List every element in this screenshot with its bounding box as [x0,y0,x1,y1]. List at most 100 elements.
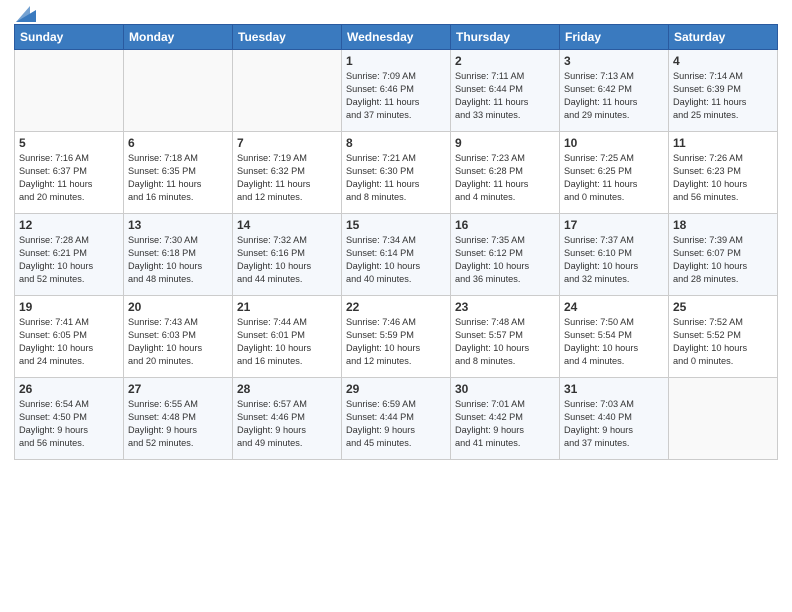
day-info: Sunrise: 6:57 AM Sunset: 4:46 PM Dayligh… [237,398,337,450]
calendar-cell: 31 Sunrise: 7:03 AM Sunset: 4:40 PM Dayli… [560,378,669,460]
weekday-header: Friday [560,25,669,50]
calendar-cell: 25 Sunrise: 7:52 AM Sunset: 5:52 PM Dayli… [669,296,778,378]
day-number: 27 [128,382,228,396]
calendar-cell: 10 Sunrise: 7:25 AM Sunset: 6:25 PM Dayli… [560,132,669,214]
day-number: 18 [673,218,773,232]
day-info: Sunrise: 7:52 AM Sunset: 5:52 PM Dayligh… [673,316,773,368]
day-number: 14 [237,218,337,232]
calendar-cell: 4 Sunrise: 7:14 AM Sunset: 6:39 PM Daylig… [669,50,778,132]
calendar-cell: 19 Sunrise: 7:41 AM Sunset: 6:05 PM Dayli… [15,296,124,378]
day-info: Sunrise: 7:30 AM Sunset: 6:18 PM Dayligh… [128,234,228,286]
calendar-cell: 21Sunrise: 7:44 AM Sunset: 6:01 PM Dayli… [233,296,342,378]
calendar-cell [669,378,778,460]
day-info: Sunrise: 7:18 AM Sunset: 6:35 PM Dayligh… [128,152,228,204]
day-info: Sunrise: 7:19 AM Sunset: 6:32 PM Dayligh… [237,152,337,204]
day-info: Sunrise: 7:35 AM Sunset: 6:12 PM Dayligh… [455,234,555,286]
calendar-table: SundayMondayTuesdayWednesdayThursdayFrid… [14,24,778,460]
day-info: Sunrise: 7:26 AM Sunset: 6:23 PM Dayligh… [673,152,773,204]
day-info: Sunrise: 7:21 AM Sunset: 6:30 PM Dayligh… [346,152,446,204]
day-info: Sunrise: 6:59 AM Sunset: 4:44 PM Dayligh… [346,398,446,450]
weekday-header: Sunday [15,25,124,50]
day-number: 20 [128,300,228,314]
day-info: Sunrise: 6:54 AM Sunset: 4:50 PM Dayligh… [19,398,119,450]
calendar-cell: 26Sunrise: 6:54 AM Sunset: 4:50 PM Dayli… [15,378,124,460]
day-info: Sunrise: 7:13 AM Sunset: 6:42 PM Dayligh… [564,70,664,122]
calendar-cell: 24 Sunrise: 7:50 AM Sunset: 5:54 PM Dayli… [560,296,669,378]
day-info: Sunrise: 7:41 AM Sunset: 6:05 PM Dayligh… [19,316,119,368]
day-number: 19 [19,300,119,314]
day-number: 17 [564,218,664,232]
calendar-cell: 11Sunrise: 7:26 AM Sunset: 6:23 PM Dayli… [669,132,778,214]
weekday-header: Thursday [451,25,560,50]
day-number: 23 [455,300,555,314]
weekday-header-row: SundayMondayTuesdayWednesdayThursdayFrid… [15,25,778,50]
calendar-cell: 7 Sunrise: 7:19 AM Sunset: 6:32 PM Daylig… [233,132,342,214]
calendar-cell: 27 Sunrise: 6:55 AM Sunset: 4:48 PM Dayli… [124,378,233,460]
calendar-week-row: 5 Sunrise: 7:16 AM Sunset: 6:37 PM Daylig… [15,132,778,214]
calendar-cell: 9 Sunrise: 7:23 AM Sunset: 6:28 PM Daylig… [451,132,560,214]
day-info: Sunrise: 7:16 AM Sunset: 6:37 PM Dayligh… [19,152,119,204]
calendar-cell: 6Sunrise: 7:18 AM Sunset: 6:35 PM Daylig… [124,132,233,214]
calendar-cell [124,50,233,132]
day-info: Sunrise: 7:46 AM Sunset: 5:59 PM Dayligh… [346,316,446,368]
calendar-week-row: 1 Sunrise: 7:09 AM Sunset: 6:46 PM Daylig… [15,50,778,132]
day-number: 4 [673,54,773,68]
day-number: 15 [346,218,446,232]
day-info: Sunrise: 7:01 AM Sunset: 4:42 PM Dayligh… [455,398,555,450]
day-info: Sunrise: 6:55 AM Sunset: 4:48 PM Dayligh… [128,398,228,450]
calendar-cell [233,50,342,132]
day-number: 1 [346,54,446,68]
day-number: 12 [19,218,119,232]
day-number: 25 [673,300,773,314]
calendar-week-row: 26Sunrise: 6:54 AM Sunset: 4:50 PM Dayli… [15,378,778,460]
calendar-cell: 29 Sunrise: 6:59 AM Sunset: 4:44 PM Dayli… [342,378,451,460]
day-info: Sunrise: 7:23 AM Sunset: 6:28 PM Dayligh… [455,152,555,204]
day-info: Sunrise: 7:28 AM Sunset: 6:21 PM Dayligh… [19,234,119,286]
calendar-cell: 13 Sunrise: 7:30 AM Sunset: 6:18 PM Dayli… [124,214,233,296]
calendar-cell: 22Sunrise: 7:46 AM Sunset: 5:59 PM Dayli… [342,296,451,378]
day-info: Sunrise: 7:25 AM Sunset: 6:25 PM Dayligh… [564,152,664,204]
day-number: 24 [564,300,664,314]
day-info: Sunrise: 7:09 AM Sunset: 6:46 PM Dayligh… [346,70,446,122]
calendar-week-row: 19 Sunrise: 7:41 AM Sunset: 6:05 PM Dayli… [15,296,778,378]
calendar-cell: 2Sunrise: 7:11 AM Sunset: 6:44 PM Daylig… [451,50,560,132]
calendar-cell: 14 Sunrise: 7:32 AM Sunset: 6:16 PM Dayli… [233,214,342,296]
day-info: Sunrise: 7:34 AM Sunset: 6:14 PM Dayligh… [346,234,446,286]
day-number: 9 [455,136,555,150]
weekday-header: Tuesday [233,25,342,50]
day-info: Sunrise: 7:14 AM Sunset: 6:39 PM Dayligh… [673,70,773,122]
calendar-cell: 28 Sunrise: 6:57 AM Sunset: 4:46 PM Dayli… [233,378,342,460]
day-info: Sunrise: 7:48 AM Sunset: 5:57 PM Dayligh… [455,316,555,368]
calendar-cell: 5 Sunrise: 7:16 AM Sunset: 6:37 PM Daylig… [15,132,124,214]
weekday-header: Monday [124,25,233,50]
day-info: Sunrise: 7:32 AM Sunset: 6:16 PM Dayligh… [237,234,337,286]
calendar-cell: 8 Sunrise: 7:21 AM Sunset: 6:30 PM Daylig… [342,132,451,214]
day-number: 29 [346,382,446,396]
calendar-week-row: 12 Sunrise: 7:28 AM Sunset: 6:21 PM Dayli… [15,214,778,296]
day-number: 2 [455,54,555,68]
calendar-cell: 12 Sunrise: 7:28 AM Sunset: 6:21 PM Dayli… [15,214,124,296]
day-number: 10 [564,136,664,150]
day-number: 13 [128,218,228,232]
weekday-header: Saturday [669,25,778,50]
day-number: 28 [237,382,337,396]
day-info: Sunrise: 7:39 AM Sunset: 6:07 PM Dayligh… [673,234,773,286]
day-number: 5 [19,136,119,150]
calendar-cell: 3Sunrise: 7:13 AM Sunset: 6:42 PM Daylig… [560,50,669,132]
day-info: Sunrise: 7:37 AM Sunset: 6:10 PM Dayligh… [564,234,664,286]
calendar-cell: 23 Sunrise: 7:48 AM Sunset: 5:57 PM Dayli… [451,296,560,378]
calendar-cell: 15 Sunrise: 7:34 AM Sunset: 6:14 PM Dayli… [342,214,451,296]
weekday-header: Wednesday [342,25,451,50]
calendar-cell: 20 Sunrise: 7:43 AM Sunset: 6:03 PM Dayli… [124,296,233,378]
day-number: 7 [237,136,337,150]
day-number: 31 [564,382,664,396]
calendar-cell: 18 Sunrise: 7:39 AM Sunset: 6:07 PM Dayli… [669,214,778,296]
calendar-cell: 17 Sunrise: 7:37 AM Sunset: 6:10 PM Dayli… [560,214,669,296]
day-info: Sunrise: 7:43 AM Sunset: 6:03 PM Dayligh… [128,316,228,368]
day-info: Sunrise: 7:50 AM Sunset: 5:54 PM Dayligh… [564,316,664,368]
logo-icon [16,6,36,22]
day-info: Sunrise: 7:03 AM Sunset: 4:40 PM Dayligh… [564,398,664,450]
calendar-cell: 1 Sunrise: 7:09 AM Sunset: 6:46 PM Daylig… [342,50,451,132]
day-number: 8 [346,136,446,150]
logo [14,10,36,18]
